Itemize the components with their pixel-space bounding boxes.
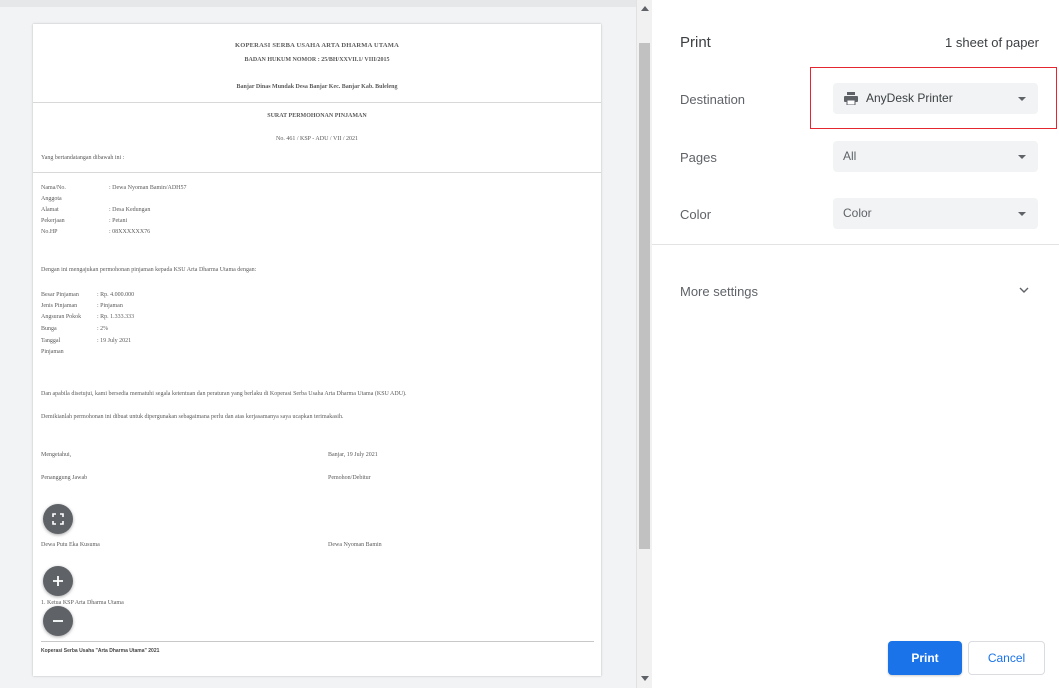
chevron-down-icon [1018,155,1026,159]
doc-signatory-right: Dewa Nyoman Bamin [328,542,382,548]
scrollbar-thumb[interactable] [639,43,650,549]
doc-sign-right-date: Banjar, 19 July 2021 [328,452,378,458]
doc-intro: Yang bertandatangan dibawah ini : [41,155,125,161]
print-button[interactable]: Print [888,641,962,675]
loan-field-label: Besar Pinjaman [41,292,79,298]
color-value: Color [843,206,872,220]
pages-value: All [843,149,857,163]
doc-section-rule [33,172,601,173]
doc-header-rule [33,102,601,103]
doc-number: No. 461 / KSP - ADU / VII / 2021 [275,136,358,142]
member-field-value: : Petani [109,218,128,224]
member-field-label: Nama/No. [41,185,66,191]
member-field-value: : Dewa Nyoman Bamin/ADH57 [109,185,187,191]
destination-highlight-box [810,67,1057,129]
doc-footer-rule [41,641,594,642]
scroll-up-arrow-icon[interactable] [641,6,649,11]
member-field-value: : 08XXXXXX76 [109,229,151,235]
doc-statement: Dan apabila disetujui, kami bersedia mem… [41,391,407,397]
sheet-count: 1 sheet of paper [945,35,1039,50]
preview-scrollbar[interactable] [636,0,652,688]
loan-field-label: Jenis Pinjaman [41,303,78,309]
loan-field-label: Tanggal [41,338,61,344]
settings-divider [652,244,1059,245]
cancel-button[interactable]: Cancel [968,641,1045,675]
doc-header-address: Banjar Dinas Mundak Desa Banjar Kec. Ban… [236,84,398,90]
color-label: Color [680,207,712,222]
minus-icon [53,620,63,622]
loan-field-label: Bunga [41,326,57,332]
loan-field-value: : 19 July 2021 [97,338,132,344]
print-preview-area: KOPERASI SERBA USAHA ARTA DHARMA UTAMA B… [0,0,636,688]
fit-to-page-icon [52,513,64,525]
doc-title: SURAT PERMOHONAN PINJAMAN [267,113,367,119]
scroll-down-arrow-icon[interactable] [641,676,649,681]
print-dialog-title: Print [680,34,711,51]
member-field-label: Anggota [41,196,62,202]
loan-field-label: Pinjaman [41,349,64,355]
chevron-down-icon [1019,287,1029,293]
member-field-label: Alamat [41,207,59,213]
pages-label: Pages [680,150,717,165]
zoom-in-button[interactable] [43,566,73,596]
zoom-out-button[interactable] [43,606,73,636]
pages-select[interactable]: All [833,141,1038,172]
doc-signatory-left: Dewa Putu Eka Kusuma [41,542,100,548]
doc-request-line: Dengan ini mengajukan permohonan pinjama… [41,267,257,273]
member-field-value: : Desa Kedungan [109,207,151,213]
doc-closing-statement: Demikianlah permohonan ini dibuat untuk … [41,414,344,420]
plus-icon [53,576,63,586]
preview-page: KOPERASI SERBA USAHA ARTA DHARMA UTAMA B… [33,24,601,676]
doc-sign-right-role: Pemohon/Debitur [328,475,371,481]
loan-field-label: Angsuran Pokok [41,314,82,320]
loan-field-value: : 2% [97,326,109,332]
destination-label: Destination [680,92,746,107]
doc-sign-left-role: Penanggung Jawab [41,475,88,481]
doc-footer: Koperasi Serba Usaha "Arta Dharma Utama"… [41,648,160,654]
chevron-down-icon [1018,212,1026,216]
loan-field-value: : Pinjaman [97,303,123,309]
more-settings-label: More settings [680,284,759,299]
loan-field-value: : Rp. 1.333.333 [97,314,135,320]
loan-field-value: : Rp. 4.000.000 [97,292,135,298]
doc-header-legal: BADAN HUKUM NOMOR : 25/BH/XXVII.1/ VIII/… [244,57,390,63]
doc-cc-line: 1. Ketua KSP Arta Dharma Utama [41,600,124,606]
print-settings-sidebar: Print 1 sheet of paper Destination AnyDe… [652,0,1059,688]
member-field-label: Pekerjaan [41,218,65,224]
color-select[interactable]: Color [833,198,1038,229]
more-settings-toggle[interactable]: More settings [652,270,1059,310]
fit-to-page-button[interactable] [43,504,73,534]
preview-top-strip [0,0,636,7]
doc-sign-left-heading: Mengetahui, [41,452,72,458]
doc-header-cooperative: KOPERASI SERBA USAHA ARTA DHARMA UTAMA [234,42,400,49]
member-field-label: No.HP [41,229,58,235]
